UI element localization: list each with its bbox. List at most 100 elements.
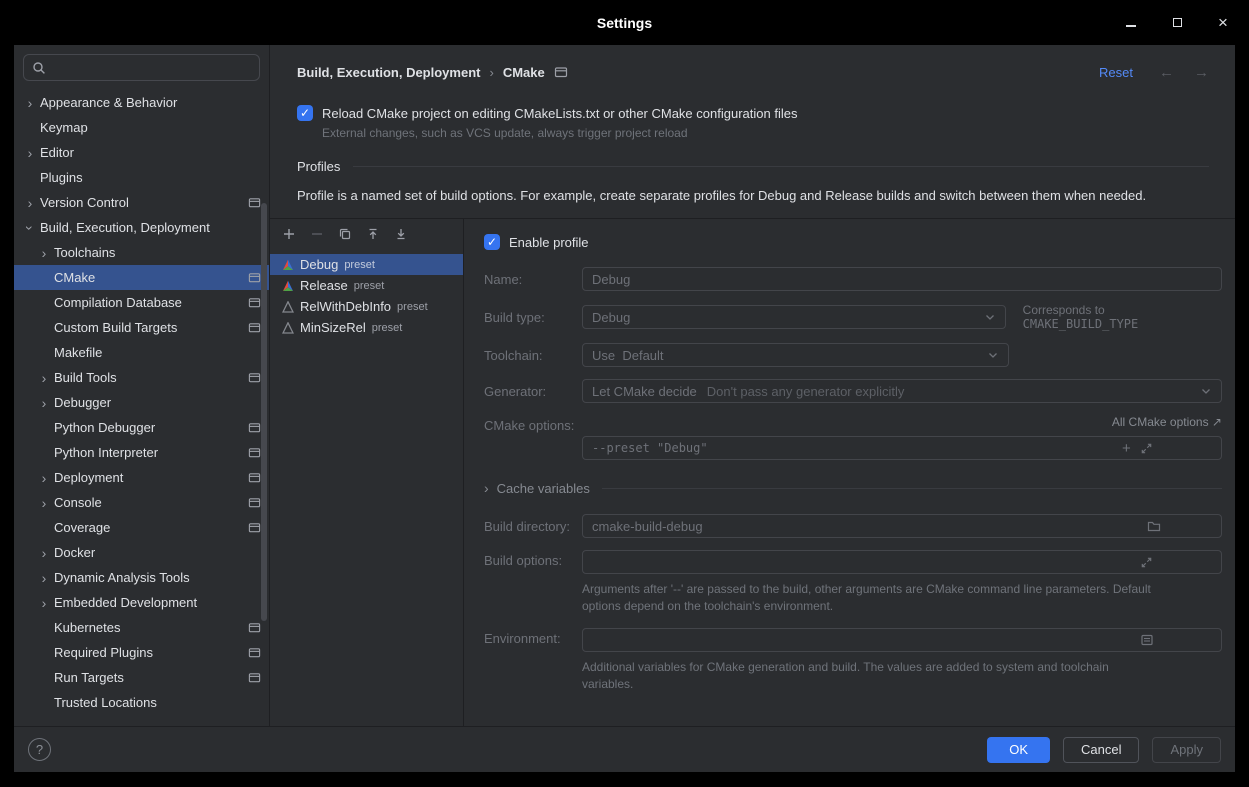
chevron-collapsed-icon[interactable]: › — [22, 95, 38, 111]
reset-link[interactable]: Reset — [1099, 65, 1133, 80]
minimize-button[interactable] — [1123, 15, 1139, 31]
add-profile-button[interactable] — [281, 226, 297, 242]
project-settings-icon — [248, 321, 261, 334]
forward-arrow-icon[interactable]: → — [1194, 64, 1209, 81]
settings-window: ›Appearance & BehaviorKeymap›EditorPlugi… — [14, 45, 1235, 772]
move-up-button[interactable] — [365, 226, 381, 242]
build-directory-label: Build directory: — [484, 519, 582, 534]
reload-checkbox-label: Reload CMake project on editing CMakeLis… — [322, 106, 797, 121]
project-settings-icon — [554, 65, 568, 79]
cmake-gray-icon — [282, 322, 294, 334]
sidebar-item-console[interactable]: ›Console — [14, 490, 269, 515]
chevron-collapsed-icon[interactable]: › — [36, 395, 52, 411]
enable-profile-row[interactable]: ✓ Enable profile — [484, 234, 1222, 250]
sidebar-item-custom-build-targets[interactable]: Custom Build Targets — [14, 315, 269, 340]
sidebar-item-compilation-database[interactable]: Compilation Database — [14, 290, 269, 315]
sidebar-item-version-control[interactable]: ›Version Control — [14, 190, 269, 215]
sidebar-item-label: Toolchains — [54, 245, 115, 260]
chevron-collapsed-icon[interactable]: › — [36, 245, 52, 261]
profile-name: MinSizeRel — [300, 320, 366, 335]
build-options-field[interactable] — [582, 550, 1222, 574]
sidebar-item-plugins[interactable]: Plugins — [14, 165, 269, 190]
sidebar-item-required-plugins[interactable]: Required Plugins — [14, 640, 269, 665]
sidebar-item-keymap[interactable]: Keymap — [14, 115, 269, 140]
profile-item-minsizerel[interactable]: MinSizeRelpreset — [270, 317, 463, 338]
cache-variables-section[interactable]: › Cache variables — [484, 480, 1222, 496]
sidebar-item-label: Trusted Locations — [54, 695, 157, 710]
cancel-button[interactable]: Cancel — [1063, 737, 1139, 763]
close-button[interactable]: × — [1215, 15, 1231, 31]
chevron-collapsed-icon[interactable]: › — [22, 195, 38, 211]
maximize-button[interactable] — [1169, 15, 1185, 31]
chevron-collapsed-icon[interactable]: › — [36, 470, 52, 486]
profiles-section-title: Profiles — [297, 159, 340, 174]
chevron-collapsed-icon[interactable]: › — [22, 145, 38, 161]
sidebar-item-makefile[interactable]: Makefile — [14, 340, 269, 365]
chevron-down-icon — [981, 349, 999, 361]
profile-item-debug[interactable]: Debugpreset — [270, 254, 463, 275]
sidebar-item-build-execution-deployment[interactable]: ›Build, Execution, Deployment — [14, 215, 269, 240]
chevron-collapsed-icon[interactable]: › — [36, 545, 52, 561]
toolchain-select[interactable]: Use Default — [582, 343, 1009, 367]
chevron-collapsed-icon[interactable]: › — [36, 570, 52, 586]
environment-field[interactable] — [582, 628, 1222, 652]
build-options-hint: Arguments after '--' are passed to the b… — [582, 581, 1192, 616]
sidebar-scrollbar[interactable] — [261, 203, 267, 621]
sidebar-item-dynamic-analysis-tools[interactable]: ›Dynamic Analysis Tools — [14, 565, 269, 590]
sidebar-item-deployment[interactable]: ›Deployment — [14, 465, 269, 490]
name-value: Debug — [592, 272, 630, 287]
copy-profile-button[interactable] — [337, 226, 353, 242]
build-directory-value: cmake-build-debug — [592, 519, 703, 534]
chevron-collapsed-icon[interactable]: › — [36, 595, 52, 611]
question-mark-icon: ? — [36, 742, 43, 757]
sidebar-item-docker[interactable]: ›Docker — [14, 540, 269, 565]
sidebar-item-cmake[interactable]: CMake — [14, 265, 269, 290]
reload-checkbox-row[interactable]: ✓ Reload CMake project on editing CMakeL… — [270, 93, 1235, 121]
ok-button[interactable]: OK — [987, 737, 1050, 763]
project-settings-icon — [248, 371, 261, 384]
help-button[interactable]: ? — [28, 738, 51, 761]
sidebar-item-build-tools[interactable]: ›Build Tools — [14, 365, 269, 390]
profile-item-release[interactable]: Releasepreset — [270, 275, 463, 296]
move-down-button[interactable] — [393, 226, 409, 242]
reload-checkbox[interactable]: ✓ — [297, 105, 313, 121]
sidebar-item-python-debugger[interactable]: Python Debugger — [14, 415, 269, 440]
sidebar-item-coverage[interactable]: Coverage — [14, 515, 269, 540]
settings-search-field[interactable] — [23, 54, 260, 81]
sidebar-item-embedded-development[interactable]: ›Embedded Development — [14, 590, 269, 615]
cmake-options-field[interactable]: --preset "Debug" + — [582, 436, 1222, 460]
back-arrow-icon[interactable]: ← — [1159, 64, 1174, 81]
sidebar-item-python-interpreter[interactable]: Python Interpreter — [14, 440, 269, 465]
build-type-select[interactable]: Debug — [582, 305, 1006, 329]
sidebar-item-label: Keymap — [40, 120, 88, 135]
name-field[interactable]: Debug — [582, 267, 1222, 291]
sidebar-item-label: Makefile — [54, 345, 102, 360]
add-option-icon[interactable]: + — [1122, 441, 1131, 456]
expand-field-icon[interactable] — [1140, 412, 1212, 485]
sidebar-item-editor[interactable]: ›Editor — [14, 140, 269, 165]
generator-select[interactable]: Let CMake decide Don't pass any generato… — [582, 379, 1222, 403]
variables-list-icon[interactable] — [1140, 603, 1212, 677]
chevron-collapsed-icon[interactable]: › — [36, 495, 52, 511]
profile-name: Debug — [300, 257, 338, 272]
profile-item-relwithdebinfo[interactable]: RelWithDebInfopreset — [270, 296, 463, 317]
chevron-expanded-icon[interactable]: › — [22, 220, 38, 236]
search-input[interactable] — [52, 59, 251, 76]
copy-icon — [338, 227, 352, 241]
chevron-collapsed-icon[interactable]: › — [36, 370, 52, 386]
settings-sidebar: ›Appearance & BehaviorKeymap›EditorPlugi… — [14, 45, 270, 726]
sidebar-item-label: Python Debugger — [54, 420, 155, 435]
apply-button[interactable]: Apply — [1152, 737, 1221, 763]
remove-profile-button[interactable] — [309, 226, 325, 242]
sidebar-item-appearance-behavior[interactable]: ›Appearance & Behavior — [14, 90, 269, 115]
sidebar-item-trusted-locations[interactable]: Trusted Locations — [14, 690, 269, 715]
project-settings-icon — [248, 496, 261, 509]
sidebar-item-label: Appearance & Behavior — [40, 95, 177, 110]
sidebar-item-run-targets[interactable]: Run Targets — [14, 665, 269, 690]
sidebar-item-debugger[interactable]: ›Debugger — [14, 390, 269, 415]
build-directory-field[interactable]: cmake-build-debug — [582, 514, 1222, 538]
sidebar-item-toolchains[interactable]: ›Toolchains — [14, 240, 269, 265]
breadcrumb-parent[interactable]: Build, Execution, Deployment — [297, 65, 480, 80]
enable-profile-checkbox[interactable]: ✓ — [484, 234, 500, 250]
sidebar-item-kubernetes[interactable]: Kubernetes — [14, 615, 269, 640]
